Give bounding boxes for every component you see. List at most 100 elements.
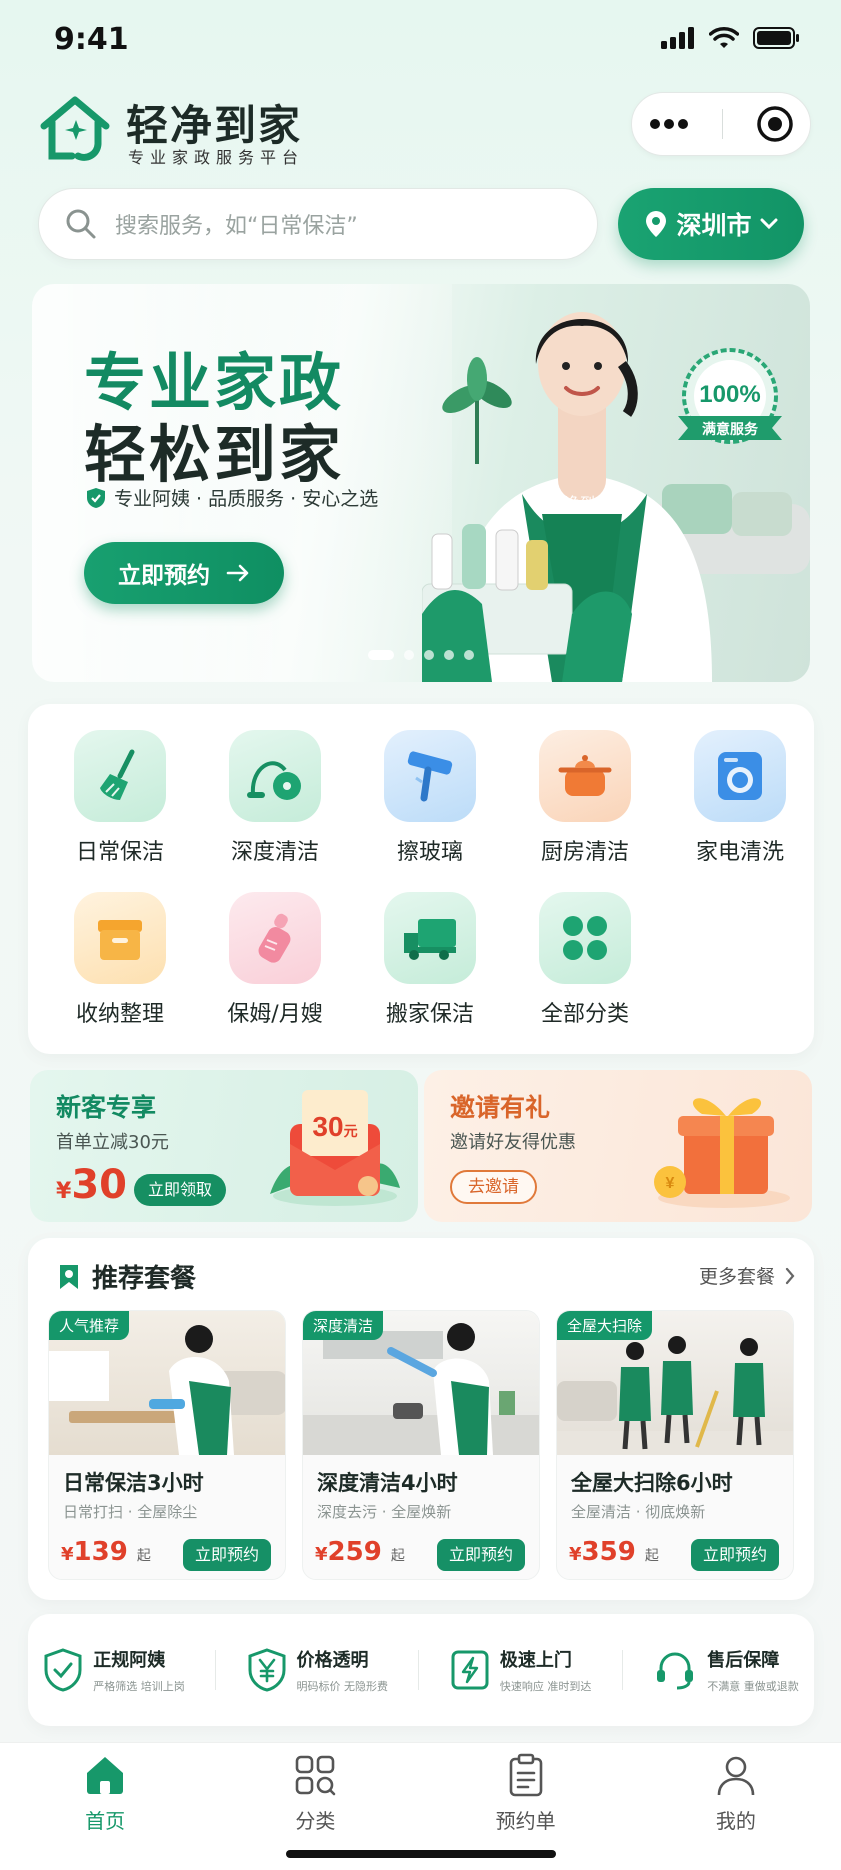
squeegee-icon xyxy=(384,730,476,822)
category-label: 日常保洁 xyxy=(75,840,164,865)
claim-coupon-button[interactable]: 立即领取 xyxy=(134,1174,227,1206)
city-label: 深圳市 xyxy=(676,211,752,240)
promo-subtitle: 邀请好友得优惠 xyxy=(450,1132,576,1153)
broom-icon xyxy=(74,730,166,822)
category-label: 保姆/月嫂 xyxy=(227,1002,323,1027)
price-unit: 起 xyxy=(390,1548,405,1564)
category-moving[interactable]: 搬家保洁 xyxy=(370,892,490,1028)
location-pin-icon xyxy=(646,211,667,237)
category-label: 全部分类 xyxy=(540,1002,629,1027)
headset-icon xyxy=(657,1652,694,1690)
price-currency: ¥ xyxy=(569,1544,582,1565)
invite-promo[interactable]: 邀请有礼 邀请好友得优惠 去邀请 ¥ xyxy=(424,1070,812,1222)
pagination-dot[interactable] xyxy=(464,650,474,660)
package-book-button[interactable]: 立即预约 xyxy=(436,1539,525,1571)
guarantee-subtitle: 快速响应 准时到达 xyxy=(499,1680,592,1693)
package-photo: 人气推荐 xyxy=(49,1311,285,1455)
more-packages-link[interactable]: 更多套餐 xyxy=(699,1262,795,1289)
category-daily-cleaning[interactable]: 日常保洁 xyxy=(60,730,180,866)
badge-percent: 100% xyxy=(699,381,760,408)
package-card[interactable]: 全屋大扫除 全屋大扫除6小时 全屋清洁 · 彻底焕新 ¥359 起 立即预约 xyxy=(556,1310,794,1580)
category-window-cleaning[interactable]: 擦玻璃 xyxy=(370,730,490,866)
category-label: 深度清洁 xyxy=(230,840,319,865)
shield-check-icon xyxy=(87,487,105,508)
wifi-icon xyxy=(709,27,739,48)
category-nanny[interactable]: 保姆/月嫂 xyxy=(215,892,335,1028)
pagination-dot[interactable] xyxy=(424,650,434,660)
storage-box-icon xyxy=(74,892,166,984)
capsule-divider xyxy=(721,109,723,139)
guarantee-subtitle: 严格筛选 培训上岗 xyxy=(93,1680,185,1693)
tab-home[interactable]: 首页 xyxy=(40,1753,170,1870)
guarantee-title: 价格透明 xyxy=(296,1650,369,1671)
category-storage[interactable]: 收纳整理 xyxy=(60,892,180,1028)
tab-profile[interactable]: 我的 xyxy=(671,1753,801,1870)
banner-book-label: 立即预约 xyxy=(118,563,210,589)
category-deep-cleaning[interactable]: 深度清洁 xyxy=(215,730,335,866)
tab-label: 预约单 xyxy=(495,1809,556,1833)
banner-title-line2: 轻松到家 xyxy=(84,418,345,491)
package-card[interactable]: 深度清洁 深度清洁4小时 深度去污 · 全屋焕新 ¥259 起 立即预约 xyxy=(302,1310,540,1580)
svg-text:¥: ¥ xyxy=(666,1175,675,1192)
package-price: ¥259 起 xyxy=(315,1537,405,1567)
category-label: 搬家保洁 xyxy=(385,1002,474,1027)
user-icon xyxy=(717,1756,755,1796)
baby-bottle-icon xyxy=(229,892,321,984)
lightning-icon xyxy=(451,1650,489,1690)
packages-title: 推荐套餐 xyxy=(92,1264,197,1294)
mini-program-capsule xyxy=(631,92,811,156)
price-value: 259 xyxy=(327,1537,382,1567)
divider xyxy=(215,1650,217,1690)
tab-label: 首页 xyxy=(85,1809,126,1833)
category-all[interactable]: 全部分类 xyxy=(525,892,645,1028)
status-icons xyxy=(661,26,801,50)
package-card[interactable]: 人气推荐 日常保洁3小时 日常打扫 · 全屋除尘 ¥139 起 立即预约 xyxy=(48,1310,286,1580)
more-dots-icon[interactable] xyxy=(649,118,689,130)
price-unit: 起 xyxy=(136,1548,151,1564)
search-input[interactable]: 搜索服务，如“日常保洁” xyxy=(38,188,598,260)
category-kitchen-cleaning[interactable]: 厨房清洁 xyxy=(525,730,645,866)
grid-icon xyxy=(539,892,631,984)
promo-amount-value: 30 xyxy=(71,1162,127,1208)
package-name: 全屋大扫除6小时 xyxy=(571,1471,733,1495)
category-label: 擦玻璃 xyxy=(396,840,463,865)
package-name: 日常保洁3小时 xyxy=(63,1471,204,1495)
package-book-button[interactable]: 立即预约 xyxy=(182,1539,271,1571)
pagination-dot-active[interactable] xyxy=(368,650,394,660)
category-icon xyxy=(296,1755,336,1796)
divider xyxy=(418,1650,420,1690)
battery-icon xyxy=(753,27,799,49)
divider xyxy=(621,1650,623,1690)
hero-banner[interactable]: 专业家政 轻松到家 专业阿姨 · 品质服务 · 安心之选 立即预约 轻净到家 1… xyxy=(32,284,810,682)
promo-amount: ¥30 xyxy=(56,1162,127,1208)
pagination-dot[interactable] xyxy=(404,650,414,660)
invite-button[interactable]: 去邀请 xyxy=(450,1170,537,1204)
package-book-button[interactable]: 立即预约 xyxy=(690,1539,779,1571)
promo-subtitle: 首单立减30元 xyxy=(56,1132,169,1153)
guarantee-item: 售后保障 不满意 重做或退款 xyxy=(653,1646,799,1694)
banner-subtitle: 专业阿姨 · 品质服务 · 安心之选 xyxy=(86,484,378,511)
banner-book-button[interactable]: 立即预约 xyxy=(84,542,284,604)
city-selector[interactable]: 深圳市 xyxy=(618,188,804,260)
price-currency: ¥ xyxy=(315,1544,328,1565)
new-user-promo[interactable]: 新客专享 首单立减30元 ¥30 立即领取 30元 xyxy=(30,1070,418,1222)
bookmark-icon xyxy=(60,1264,78,1289)
package-photo: 全屋大扫除 xyxy=(557,1311,793,1455)
category-appliance-cleaning[interactable]: 家电清洗 xyxy=(680,730,800,866)
guarantee-subtitle: 不满意 重做或退款 xyxy=(707,1680,799,1693)
search-icon xyxy=(66,209,96,239)
chevron-down-icon xyxy=(760,218,777,230)
package-tag: 深度清洁 xyxy=(303,1311,384,1340)
clipboard-icon xyxy=(509,1753,542,1797)
category-label: 收纳整理 xyxy=(75,1002,164,1027)
home-indicator xyxy=(286,1850,556,1858)
guarantee-title: 正规阿姨 xyxy=(93,1650,166,1671)
washing-machine-icon xyxy=(694,730,786,822)
pagination-dot[interactable] xyxy=(444,650,454,660)
package-tag: 人气推荐 xyxy=(49,1311,130,1340)
package-price: ¥359 起 xyxy=(569,1537,659,1567)
status-time: 9:41 xyxy=(54,22,129,57)
promo-title: 新客专享 xyxy=(56,1093,157,1122)
apron-logo-text: 轻净到家 xyxy=(550,495,610,512)
close-target-icon[interactable] xyxy=(756,105,794,143)
